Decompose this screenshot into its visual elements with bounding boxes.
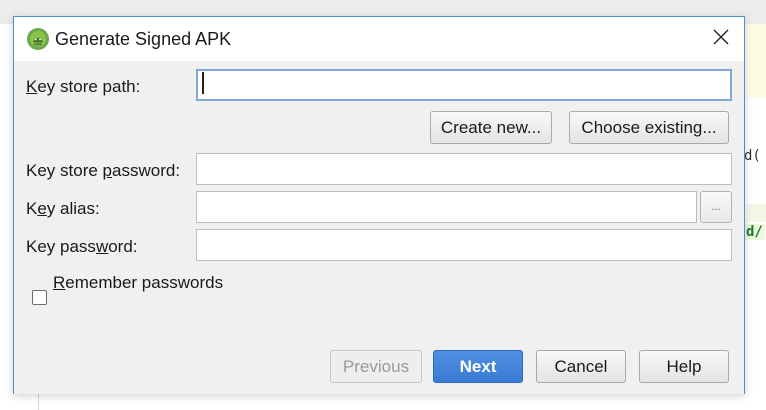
close-icon (713, 29, 729, 50)
create-new-button[interactable]: Create new... (430, 111, 552, 144)
ide-gutter-line (38, 392, 39, 410)
key-store-path-input[interactable] (196, 69, 732, 101)
dialog-titlebar: Generate Signed APK (14, 17, 744, 61)
previous-button[interactable]: Previous (330, 350, 422, 383)
cancel-button[interactable]: Cancel (536, 350, 626, 383)
ide-highlight-band-green (746, 204, 766, 222)
ide-code-line: d( (744, 148, 761, 164)
text-caret (202, 72, 204, 94)
ide-code-line: d/ (744, 224, 765, 240)
browse-alias-button[interactable]: ... (700, 191, 732, 223)
key-alias-input[interactable] (196, 191, 697, 223)
generate-signed-apk-dialog: Generate Signed APK Key store path: Crea… (13, 16, 745, 394)
key-store-password-label: Key store password: (26, 161, 181, 180)
android-studio-icon (26, 27, 50, 51)
key-password-label: Key password: (26, 237, 138, 256)
ellipsis-icon: ... (711, 201, 721, 213)
remember-passwords-checkbox[interactable] (32, 290, 47, 305)
remember-passwords-label[interactable]: Remember passwords (53, 273, 223, 293)
dialog-content: Key store path: Create new... Choose exi… (14, 61, 744, 394)
key-store-path-label: Key store path: (26, 77, 141, 96)
key-password-input[interactable] (196, 229, 732, 261)
next-button[interactable]: Next (433, 350, 523, 383)
key-store-password-input[interactable] (196, 153, 732, 185)
key-alias-label: Key alias: (26, 199, 100, 218)
choose-existing-button[interactable]: Choose existing... (569, 111, 729, 144)
help-button[interactable]: Help (639, 350, 729, 383)
dialog-title: Generate Signed APK (55, 29, 232, 49)
close-button[interactable] (698, 17, 744, 61)
ide-highlight-band (746, 24, 766, 98)
